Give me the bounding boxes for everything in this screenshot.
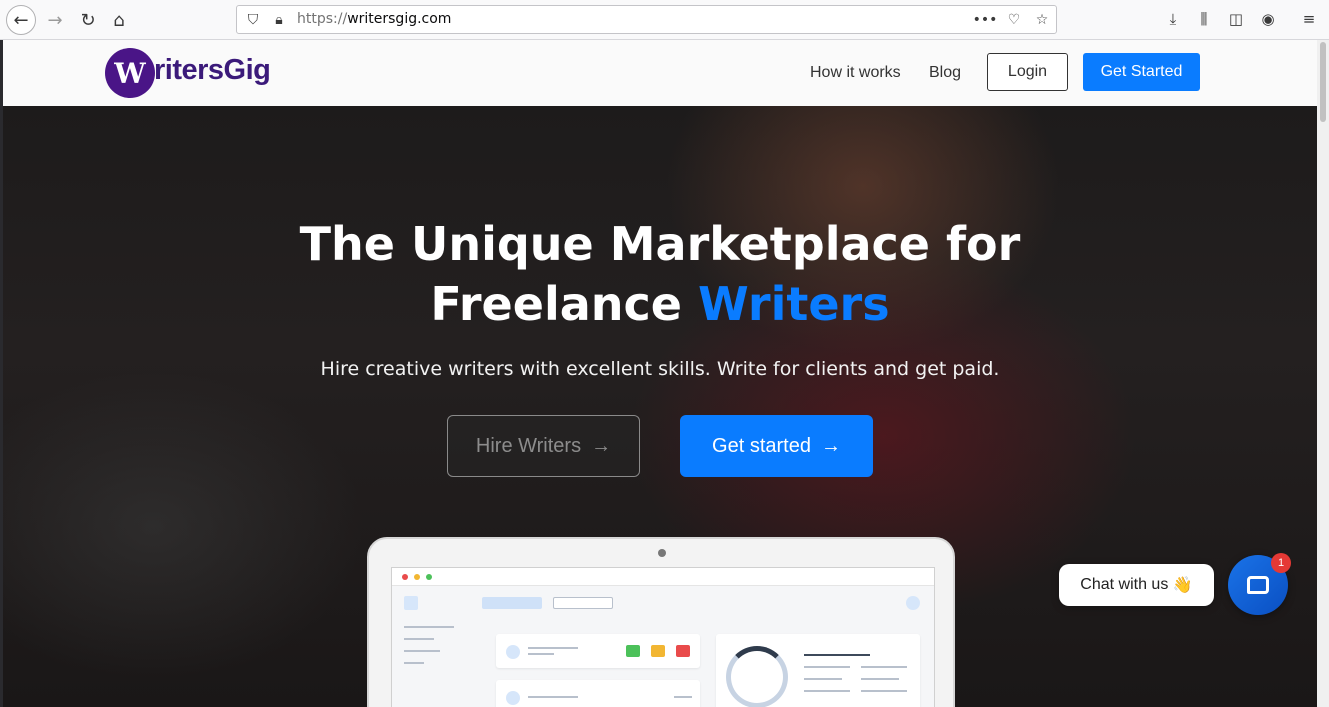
hero-section: The Unique Marketplace for Freelance Wri… bbox=[3, 106, 1317, 707]
hero-title-line1: The Unique Marketplace for bbox=[299, 217, 1021, 271]
mockup-card-line bbox=[528, 653, 554, 655]
mockup-chart-line bbox=[804, 666, 850, 668]
waving-hand-icon: 👋 bbox=[1172, 577, 1193, 594]
mockup-tab-active bbox=[482, 597, 542, 609]
reload-icon[interactable]: ↻ bbox=[73, 5, 103, 35]
pocket-icon[interactable]: ♡ bbox=[1004, 10, 1024, 30]
mockup-status-green bbox=[626, 645, 640, 657]
more-dots-icon[interactable]: ••• bbox=[973, 10, 998, 30]
hero-title: The Unique Marketplace for Freelance Wri… bbox=[3, 214, 1317, 334]
mockup-status-yellow bbox=[651, 645, 665, 657]
mockup-tab bbox=[553, 597, 613, 609]
library-icon[interactable]: ⫼ bbox=[1193, 8, 1215, 30]
mockup-menu-line bbox=[404, 650, 440, 652]
arrow-right-icon: → bbox=[820, 434, 841, 457]
mockup-dot-green bbox=[426, 574, 432, 580]
mockup-chart-card bbox=[716, 634, 920, 707]
browser-toolbar: ← → ↻ ⌂ ⛉ 🔒︎ https://writersgig.com ••• … bbox=[0, 0, 1329, 40]
get-started-button[interactable]: Get started → bbox=[680, 415, 873, 477]
mockup-card-line bbox=[528, 647, 578, 649]
url-text[interactable]: https://writersgig.com bbox=[297, 11, 451, 27]
mockup-menu-line bbox=[404, 626, 454, 628]
home-icon[interactable]: ⌂ bbox=[104, 5, 134, 35]
mockup-titlebar bbox=[392, 568, 934, 586]
mockup-card-line bbox=[528, 696, 578, 698]
url-host: writersgig.com bbox=[347, 11, 452, 27]
mockup-chart-line bbox=[804, 690, 850, 692]
logo-letter: W bbox=[114, 56, 146, 90]
hero-title-plain: Freelance bbox=[430, 277, 698, 331]
mockup-card bbox=[496, 680, 700, 707]
mockup-chart-line bbox=[861, 678, 899, 680]
hire-writers-label: Hire Writers bbox=[475, 434, 582, 457]
back-arrow-icon[interactable]: ← bbox=[6, 5, 36, 35]
mockup-menu-line bbox=[404, 662, 424, 664]
mockup-dot-yellow bbox=[414, 574, 420, 580]
star-icon[interactable]: ☆ bbox=[1032, 10, 1052, 30]
hero-title-accent: Writers bbox=[697, 277, 890, 331]
page-scrollbar[interactable] bbox=[1317, 40, 1329, 707]
url-scheme: https:// bbox=[297, 11, 348, 27]
dashboard-screenshot bbox=[391, 567, 935, 707]
chat-label-text: Chat with us bbox=[1080, 576, 1169, 593]
scrollbar-thumb[interactable] bbox=[1320, 42, 1326, 122]
mockup-card-avatar bbox=[506, 645, 520, 659]
hero-subtitle: Hire creative writers with excellent ski… bbox=[320, 358, 1000, 380]
mockup-chart-line bbox=[861, 690, 907, 692]
hero-title-line2: Freelance Writers bbox=[3, 274, 1317, 334]
mockup-menu-line bbox=[404, 638, 434, 640]
mockup-dot-red bbox=[402, 574, 408, 580]
hamburger-menu-icon[interactable]: ≡ bbox=[1298, 8, 1320, 30]
mockup-card-line bbox=[674, 696, 692, 698]
site-header: W ritersGig How it works Blog Login Get … bbox=[3, 40, 1317, 106]
web-page: W ritersGig How it works Blog Login Get … bbox=[3, 40, 1317, 707]
sidebar-icon[interactable]: ◫ bbox=[1225, 8, 1247, 30]
shield-icon[interactable]: ⛉ bbox=[243, 10, 263, 30]
get-started-label: Get started bbox=[712, 434, 811, 457]
nav-blog[interactable]: Blog bbox=[929, 64, 961, 82]
mockup-donut-chart bbox=[726, 646, 788, 707]
logo-text[interactable]: ritersGig bbox=[154, 54, 271, 87]
notification-badge: 1 bbox=[1271, 553, 1291, 573]
url-bar[interactable]: ⛉ 🔒︎ https://writersgig.com ••• ♡ ☆ bbox=[236, 5, 1057, 34]
mockup-chart-line bbox=[861, 666, 907, 668]
mockup-avatar bbox=[906, 596, 920, 610]
nav-how-it-works[interactable]: How it works bbox=[810, 64, 901, 82]
arrow-right-icon: → bbox=[591, 434, 612, 457]
mockup-logo bbox=[404, 596, 418, 610]
hire-writers-button[interactable]: Hire Writers → bbox=[447, 415, 640, 477]
mockup-card bbox=[496, 634, 700, 668]
account-icon[interactable]: ◉ bbox=[1257, 8, 1279, 30]
mockup-card-avatar bbox=[506, 691, 520, 705]
chat-with-us-label[interactable]: Chat with us 👋 bbox=[1059, 564, 1214, 606]
chat-bubble-icon bbox=[1247, 576, 1269, 594]
mockup-chart-line bbox=[804, 654, 870, 656]
download-icon[interactable]: ⤓ bbox=[1162, 8, 1184, 30]
laptop-mockup bbox=[367, 537, 955, 707]
logo-icon[interactable]: W bbox=[105, 48, 155, 98]
mockup-status-red bbox=[676, 645, 690, 657]
laptop-camera bbox=[658, 549, 666, 557]
get-started-nav-button[interactable]: Get Started bbox=[1083, 53, 1200, 91]
lock-icon[interactable]: 🔒︎ bbox=[269, 10, 289, 30]
login-button[interactable]: Login bbox=[987, 53, 1068, 91]
mockup-chart-line bbox=[804, 678, 842, 680]
forward-arrow-icon[interactable]: → bbox=[40, 5, 70, 35]
